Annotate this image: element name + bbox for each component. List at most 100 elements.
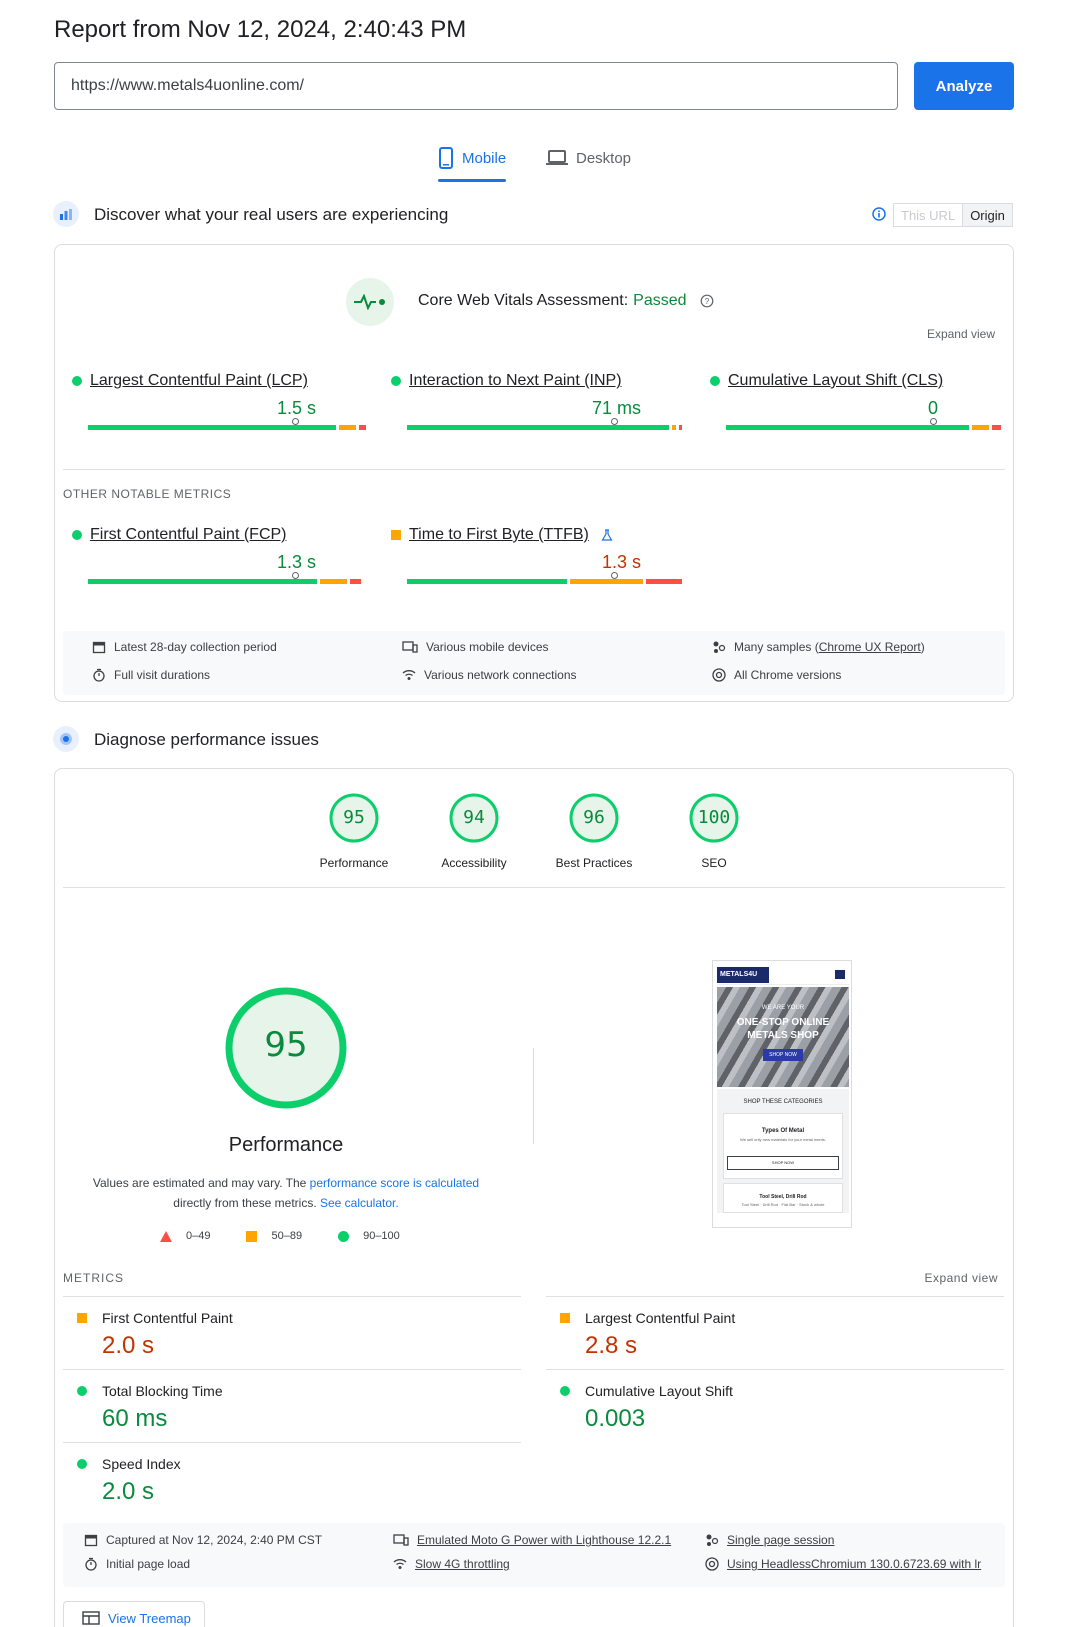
legend-average: 50–89 xyxy=(271,1230,303,1242)
screenshot-headline-2: METALS SHOP xyxy=(747,1030,819,1041)
meta-captured: Captured at Nov 12, 2024, 2:40 PM CST xyxy=(84,1533,322,1547)
lab-metric-lcp: Largest Contentful Paint 2.8 s xyxy=(560,1310,735,1360)
meta-chrome: All Chrome versions xyxy=(712,668,841,682)
users-chart-icon xyxy=(53,201,79,227)
score-calculated-link[interactable]: performance score is calculated xyxy=(310,1176,479,1190)
meta-devices: Various mobile devices xyxy=(402,640,549,654)
metric-cls: Cumulative Layout Shift (CLS) 0 xyxy=(710,372,1006,430)
page-title: Report from Nov 12, 2024, 2:40:43 PM xyxy=(54,16,467,43)
distribution-bar xyxy=(88,579,366,584)
status-good-icon xyxy=(72,530,82,540)
meta-samples-suffix: ) xyxy=(920,640,925,654)
metric-fcp: First Contentful Paint (FCP) 1.3 s xyxy=(72,526,368,584)
score-value: 100 xyxy=(697,807,731,828)
tab-mobile-label: Mobile xyxy=(462,149,507,167)
field-heading: Discover what your real users are experi… xyxy=(94,205,449,224)
other-metrics-heading: OTHER NOTABLE METRICS xyxy=(63,487,232,501)
wifi-icon xyxy=(402,670,416,680)
tab-desktop[interactable]: Desktop xyxy=(546,138,631,178)
note-text-2: directly from these metrics. xyxy=(173,1196,320,1210)
screenshot-shop-button: SHOP NOW xyxy=(763,1049,803,1061)
meta-emulated-link[interactable]: Emulated Moto G Power with Lighthouse 12… xyxy=(417,1533,671,1547)
status-good-icon xyxy=(391,376,401,386)
session-icon xyxy=(706,1534,719,1546)
lab-metric-si: Speed Index 2.0 s xyxy=(77,1456,181,1506)
divider xyxy=(546,1369,1004,1370)
metric-cls-name[interactable]: Cumulative Layout Shift (CLS) xyxy=(728,372,943,390)
score-legend: 0–49 50–89 90–100 xyxy=(160,1230,400,1242)
lab-metric-cls-name: Cumulative Layout Shift xyxy=(585,1383,733,1399)
score-value: 96 xyxy=(583,807,605,828)
score-value: 94 xyxy=(463,807,485,828)
performance-score: 95 xyxy=(264,1025,308,1065)
metric-cls-value: 0 xyxy=(927,398,938,418)
url-input[interactable] xyxy=(54,62,898,110)
metrics-heading: METRICS xyxy=(63,1271,124,1285)
meta-emulated: Emulated Moto G Power with Lighthouse 12… xyxy=(393,1533,671,1547)
lab-metric-tbt: Total Blocking Time 60 ms xyxy=(77,1383,223,1433)
metrics-expand-view[interactable]: Expand view xyxy=(924,1271,998,1285)
view-treemap-button[interactable]: View Treemap xyxy=(63,1601,205,1627)
meta-durations-text: Full visit durations xyxy=(114,668,211,682)
field-expand-view[interactable]: Expand view xyxy=(927,327,995,341)
meta-browser-link[interactable]: Using HeadlessChromium 130.0.6723.69 wit… xyxy=(727,1557,981,1571)
p75-marker xyxy=(930,418,937,425)
screenshot-card-text: We sell only new materials for your meta… xyxy=(740,1137,826,1142)
timer-icon xyxy=(93,668,105,682)
lab-metric-si-value: 2.0 s xyxy=(102,1478,155,1505)
view-treemap-label: View Treemap xyxy=(108,1610,191,1626)
meta-throttling-link[interactable]: Slow 4G throttling xyxy=(415,1557,510,1571)
lab-metric-lcp-value: 2.8 s xyxy=(585,1332,638,1359)
vitals-pulse-icon xyxy=(346,278,394,326)
info-icon[interactable] xyxy=(872,207,886,226)
legend-good: 90–100 xyxy=(363,1230,400,1242)
legend-poor: 0–49 xyxy=(186,1230,211,1242)
status-average-icon xyxy=(560,1313,570,1323)
divider xyxy=(63,1442,521,1443)
meta-network-text: Various network connections xyxy=(424,668,577,682)
analyze-button[interactable]: Analyze xyxy=(914,62,1014,110)
screenshot-card2-text: Tool Steel · Drill Rod · Flat Bar · Stoc… xyxy=(741,1202,825,1207)
metric-ttfb-value: 1.3 s xyxy=(601,552,641,572)
tab-mobile[interactable]: Mobile xyxy=(438,138,507,182)
meta-durations: Full visit durations xyxy=(92,668,210,682)
cwv-assessment: Core Web Vitals Assessment: Passed ? xyxy=(418,292,714,310)
lab-heading: Diagnose performance issues xyxy=(94,730,319,749)
assessment-status: Passed xyxy=(633,292,687,309)
metric-inp-name[interactable]: Interaction to Next Paint (INP) xyxy=(409,372,622,390)
metric-lcp: Largest Contentful Paint (LCP) 1.5 s xyxy=(72,372,368,430)
tab-desktop-label: Desktop xyxy=(576,149,632,167)
meta-samples-prefix: Many samples ( xyxy=(734,640,819,654)
chrome-icon xyxy=(705,1557,719,1571)
metric-fcp-name[interactable]: First Contentful Paint (FCP) xyxy=(90,526,287,544)
divider xyxy=(63,1369,521,1370)
score-label: Accessibility xyxy=(441,856,507,870)
devices-icon xyxy=(393,1534,409,1546)
divider xyxy=(546,1296,1004,1297)
poor-triangle-icon xyxy=(160,1230,172,1242)
status-average-icon xyxy=(77,1313,87,1323)
note-text: Values are estimated and may vary. The xyxy=(92,1176,310,1190)
toggle-origin[interactable]: Origin xyxy=(963,204,1012,226)
crux-report-link[interactable]: Chrome UX Report xyxy=(819,640,921,654)
distribution-bar xyxy=(407,579,685,584)
see-calculator-link[interactable]: See calculator. xyxy=(320,1196,399,1210)
screenshot-categories: SHOP THESE CATEGORIES xyxy=(743,1099,823,1105)
good-circle-icon xyxy=(338,1230,350,1242)
meta-collection-text: Latest 28-day collection period xyxy=(114,640,277,654)
p75-marker xyxy=(611,572,618,579)
meta-session-link[interactable]: Single page session xyxy=(727,1533,834,1547)
metric-lcp-name[interactable]: Largest Contentful Paint (LCP) xyxy=(90,372,308,390)
treemap-icon xyxy=(82,1611,100,1625)
score-label: Best Practices xyxy=(555,856,633,870)
metric-ttfb-name[interactable]: Time to First Byte (TTFB) xyxy=(409,526,589,544)
performance-label: Performance xyxy=(228,1134,344,1156)
screenshot-logo: METALS4U xyxy=(717,967,769,983)
status-average-icon xyxy=(391,530,401,540)
page-screenshot[interactable]: METALS4U WE ARE YOUR ONE-STOP ONLINE MET… xyxy=(712,960,852,1228)
help-icon[interactable]: ? xyxy=(700,294,714,308)
toggle-this-url[interactable]: This URL xyxy=(894,204,964,226)
meta-session: Single page session xyxy=(705,1533,834,1547)
phone-icon xyxy=(439,147,453,169)
lab-metric-fcp-name: First Contentful Paint xyxy=(102,1310,233,1326)
